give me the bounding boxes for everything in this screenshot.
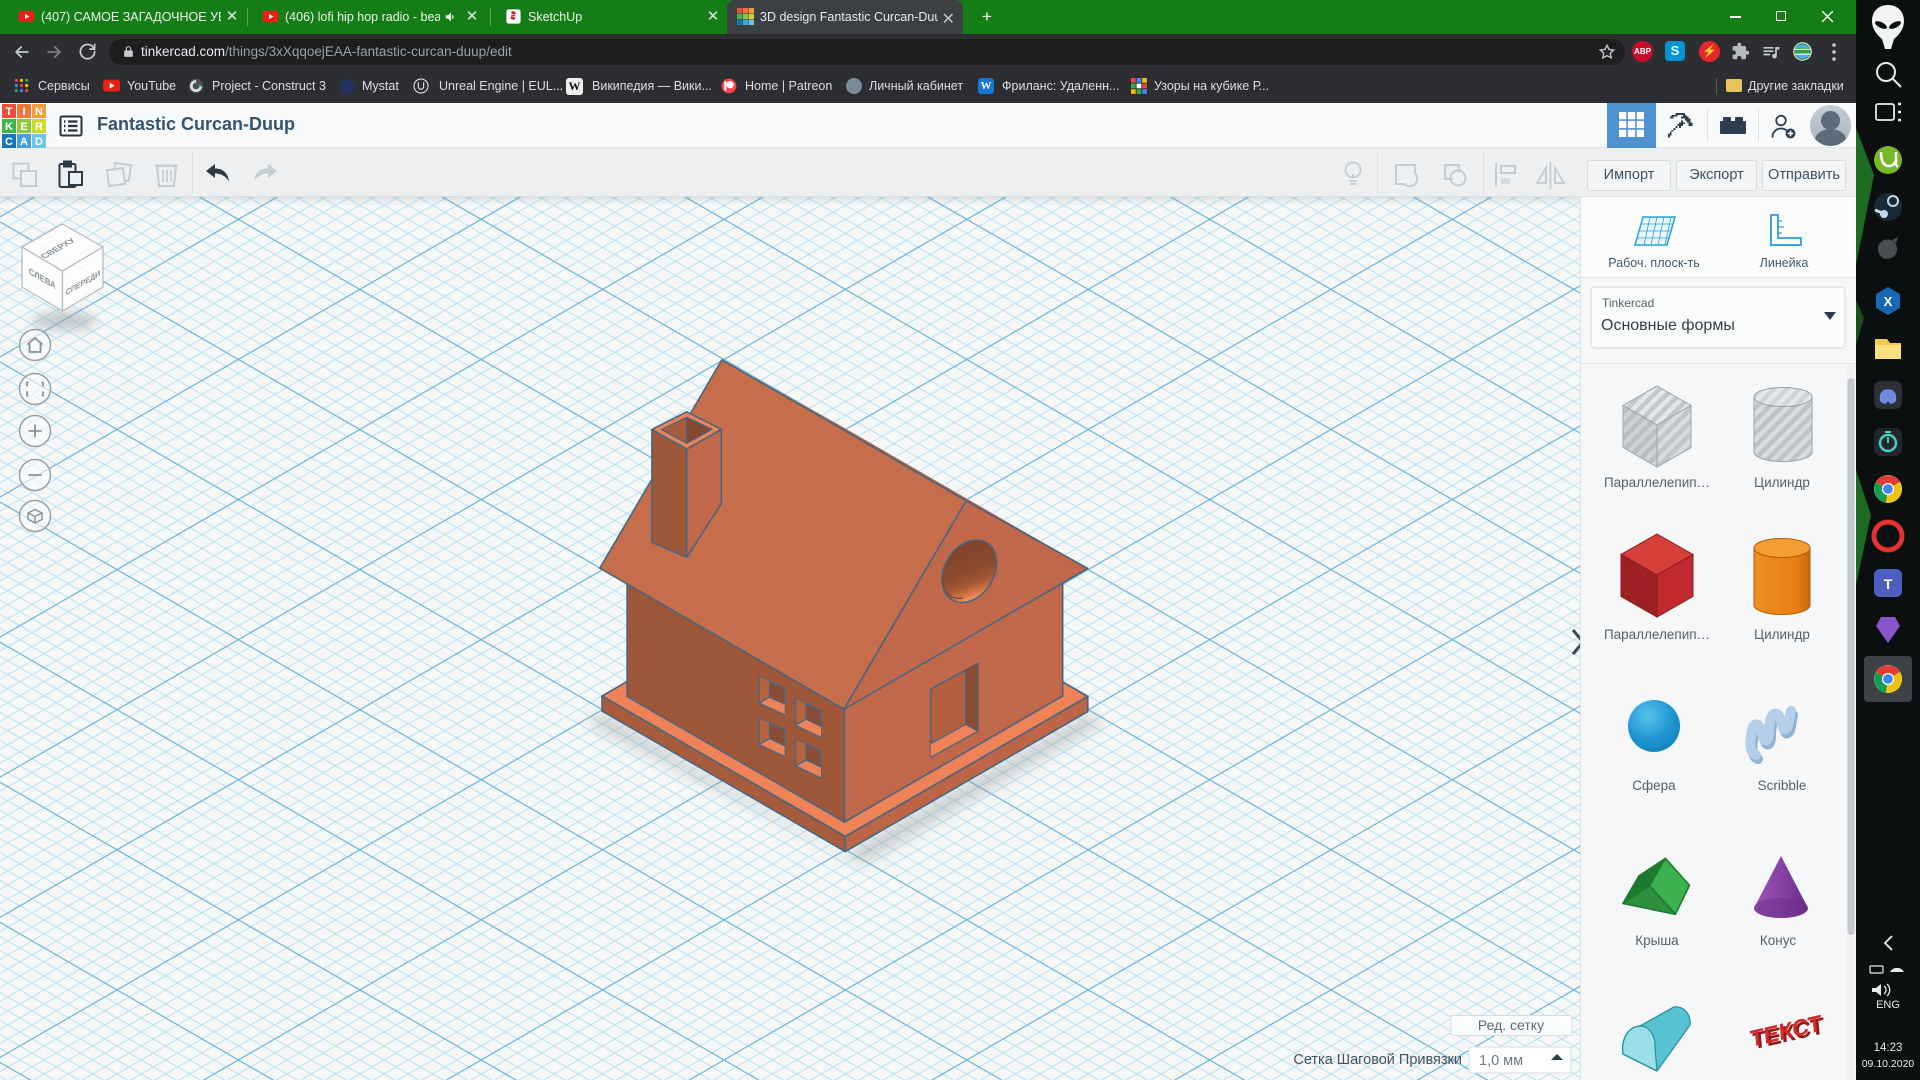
svg-text:A: A [20, 136, 28, 148]
svg-text:Сфера: Сфера [1632, 778, 1676, 793]
svg-text:Scribble: Scribble [1758, 778, 1807, 793]
svg-text:Tinkercad: Tinkercad [1602, 296, 1654, 310]
svg-text:Крыша: Крыша [1635, 933, 1679, 948]
svg-text:Цилиндр: Цилиндр [1754, 475, 1810, 490]
svg-text:X: X [1884, 294, 1893, 309]
svg-text:Цилиндр: Цилиндр [1754, 627, 1810, 642]
svg-text:1,0 мм: 1,0 мм [1479, 1053, 1523, 1069]
svg-text:Основные формы: Основные формы [1601, 317, 1735, 334]
svg-text:Рабоч. плоск-ть: Рабоч. плоск-ть [1608, 256, 1699, 270]
svg-text:T: T [1884, 576, 1893, 592]
svg-text:N: N [35, 106, 43, 118]
svg-text:Параллелепип…: Параллелепип… [1604, 627, 1710, 642]
svg-text:Сетка Шаговой Привязки: Сетка Шаговой Привязки [1293, 1052, 1462, 1068]
svg-text:ENG: ENG [1876, 999, 1900, 1011]
svg-text:K: K [5, 121, 13, 133]
svg-text:14:23: 14:23 [1874, 1042, 1903, 1054]
svg-text:T: T [6, 106, 13, 118]
svg-text:R: R [35, 121, 43, 133]
svg-text:I: I [22, 106, 25, 118]
svg-text:Конус: Конус [1760, 933, 1796, 948]
svg-text:09.10.2020: 09.10.2020 [1862, 1058, 1915, 1070]
svg-text:Линейка: Линейка [1760, 256, 1809, 270]
svg-text:E: E [20, 121, 27, 133]
svg-text:D: D [35, 136, 43, 148]
svg-text:C: C [5, 136, 13, 148]
svg-text:Ред. сетку: Ред. сетку [1478, 1017, 1544, 1033]
svg-text:Параллелепип…: Параллелепип… [1604, 475, 1710, 490]
